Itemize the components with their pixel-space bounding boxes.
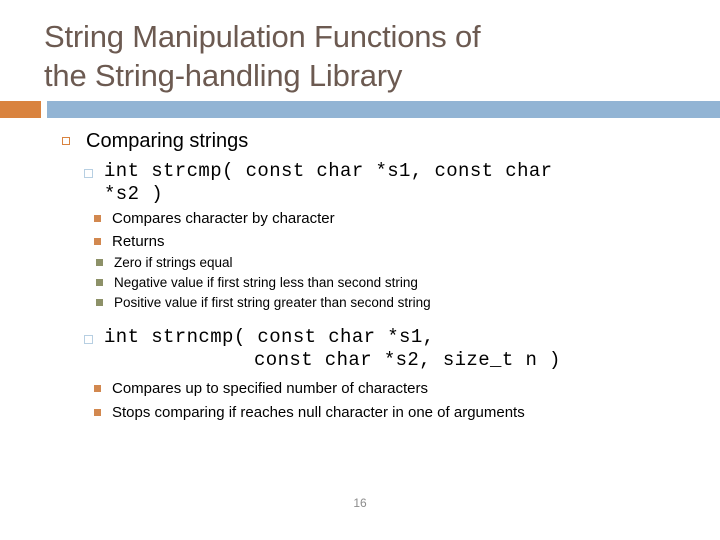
divider-orange-block — [0, 101, 41, 118]
strcmp-note-compares: Compares character by character — [112, 210, 335, 227]
strcmp-returns-list: Zero if strings equal Negative value if … — [94, 253, 708, 312]
strcmp-signature-line1: int strcmp( const char *s1, const char — [104, 160, 553, 182]
strcmp-signature-line2: *s2 ) — [104, 183, 164, 205]
list-item: Positive value if first string greater t… — [94, 293, 708, 312]
square-filled-icon — [94, 385, 101, 392]
strcmp-return-zero: Zero if strings equal — [114, 255, 233, 270]
list-item: Compares character by character — [92, 208, 708, 229]
list-item: Returns — [92, 231, 708, 252]
square-filled-icon — [94, 215, 101, 222]
list-item: Compares up to specified number of chara… — [92, 378, 708, 399]
divider-blue-bar — [47, 101, 720, 118]
strcmp-notes-list: Compares character by character Returns — [92, 208, 708, 252]
bullet-level2-strncmp-signature: int strncmp( const char *s1, const char … — [58, 326, 708, 372]
square-outline-icon — [84, 169, 93, 178]
slide-number: 16 — [353, 496, 367, 510]
list-item: Zero if strings equal — [94, 253, 708, 272]
square-filled-icon — [94, 238, 101, 245]
square-filled-icon — [96, 259, 103, 266]
bullet-level2-strcmp-signature: int strcmp( const char *s1, const char *… — [58, 160, 708, 206]
strncmp-note-stops: Stops comparing if reaches null characte… — [112, 404, 525, 421]
square-outline-icon — [84, 335, 93, 344]
strcmp-return-negative: Negative value if first string less than… — [114, 275, 418, 290]
square-filled-icon — [96, 279, 103, 286]
strncmp-signature-line1: int strncmp( const char *s1, — [104, 326, 435, 348]
square-filled-icon — [96, 299, 103, 306]
slide-body: Comparing strings int strcmp( const char… — [58, 128, 708, 423]
strcmp-note-returns: Returns — [112, 233, 165, 250]
list-item: Stops comparing if reaches null characte… — [92, 402, 708, 423]
list-item: Negative value if first string less than… — [94, 273, 708, 292]
section-heading: Comparing strings — [86, 130, 249, 152]
slide: String Manipulation Functions of the Str… — [0, 0, 720, 540]
bullet-level1-comparing-strings: Comparing strings — [58, 128, 708, 154]
strncmp-signature-line2: const char *s2, size_t n ) — [254, 349, 561, 371]
strncmp-note-compares: Compares up to specified number of chara… — [112, 380, 428, 397]
page-title: String Manipulation Functions of the Str… — [44, 19, 481, 93]
title-divider — [0, 101, 720, 118]
title-block: String Manipulation Functions of the Str… — [44, 17, 684, 95]
strcmp-return-positive: Positive value if first string greater t… — [114, 295, 431, 310]
square-outline-icon — [62, 137, 70, 145]
strncmp-notes-list: Compares up to specified number of chara… — [92, 378, 708, 423]
square-filled-icon — [94, 409, 101, 416]
